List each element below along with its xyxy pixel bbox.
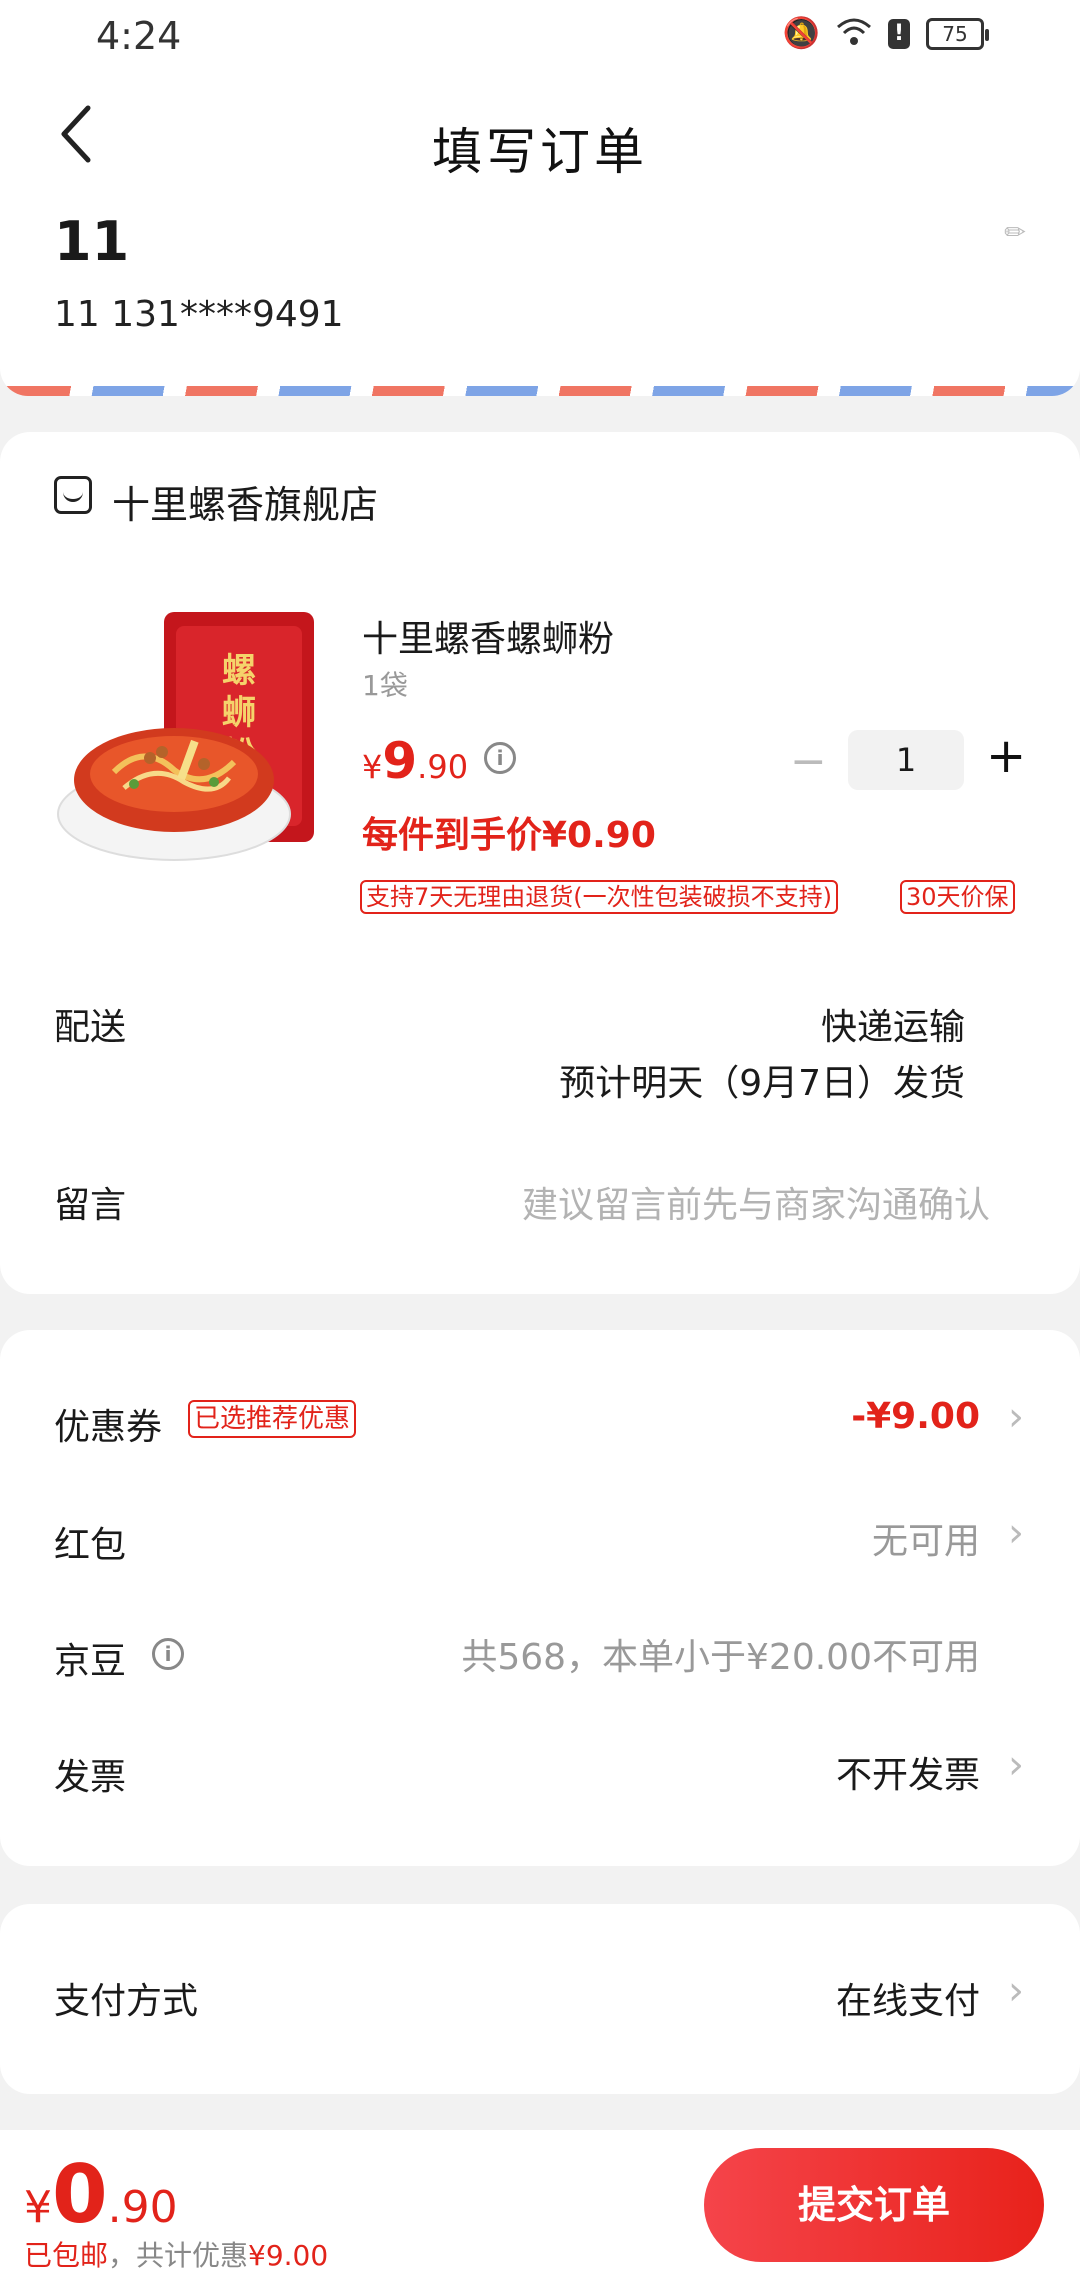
airmail-stripe	[0, 386, 1080, 396]
return-policy-tag: 支持7天无理由退货(一次性包装破损不支持)	[360, 880, 838, 914]
shipping-status: 已包邮	[24, 2239, 109, 2272]
status-time: 4:24	[96, 14, 182, 58]
product-spec: 1袋	[362, 669, 408, 702]
product-image[interactable]: 螺 蛳 粉	[54, 602, 324, 872]
recipient-name: 11	[54, 210, 130, 273]
invoice-label: 发票	[54, 1757, 127, 1798]
delivery-estimate: 预计明天（9月7日）发货	[559, 1063, 965, 1104]
chevron-right-icon[interactable]: ›	[1008, 1510, 1024, 1556]
red-packet-label: 红包	[54, 1525, 127, 1566]
unit-price: 每件到手价¥0.90	[362, 815, 656, 856]
message-label: 留言	[54, 1185, 127, 1226]
price-integer: 9	[382, 732, 418, 790]
product-title[interactable]: 十里螺香螺蛳粉	[362, 610, 614, 662]
address-card[interactable]: 11 11 131****9491 ✏	[0, 200, 1080, 396]
quantity-increase-button[interactable]: +	[986, 728, 1026, 784]
jingdou-value: 共568，本单小于¥20.00不可用	[461, 1637, 980, 1678]
svg-text:蛳: 蛳	[222, 693, 256, 733]
red-packet-value[interactable]: 无可用	[872, 1512, 980, 1564]
alert-icon: !	[888, 18, 910, 49]
payment-card: 支付方式 在线支付 ›	[0, 1904, 1080, 2094]
battery-icon: 75	[926, 17, 989, 50]
shop-icon	[54, 476, 92, 514]
delivery-label: 配送	[54, 1007, 127, 1048]
shop-name[interactable]: 十里螺香旗舰店	[112, 474, 378, 529]
jingdou-label: 京豆	[54, 1641, 127, 1682]
status-icons: 🔕 ! 75	[782, 16, 989, 51]
price-symbol: ¥	[362, 748, 383, 786]
page-header: 填写订单	[0, 74, 1080, 200]
total-symbol: ¥	[24, 2182, 52, 2233]
info-icon[interactable]: i	[152, 1638, 184, 1670]
submit-order-button[interactable]: 提交订单	[704, 2148, 1044, 2262]
invoice-value[interactable]: 不开发票	[836, 1746, 980, 1798]
order-card: 十里螺香旗舰店 螺 蛳 粉 十里螺香螺蛳粉 1袋 ¥9.90 i 每件到手价¥0…	[0, 432, 1080, 1294]
page-title: 填写订单	[432, 123, 648, 181]
quantity-input[interactable]: 1	[848, 730, 964, 790]
coupon-value[interactable]: -¥9.00	[851, 1396, 980, 1437]
coupon-label: 优惠券	[54, 1407, 163, 1448]
product-price: ¥9.90	[362, 732, 468, 790]
total-integer: 0	[52, 2148, 108, 2241]
price-protection-tag: 30天价保	[900, 880, 1015, 914]
quantity-decrease-button[interactable]: −	[790, 736, 827, 787]
delivery-method[interactable]: 快递运输	[821, 998, 965, 1050]
coupon-badge: 已选推荐优惠	[188, 1400, 357, 1438]
chevron-right-icon[interactable]: ›	[1008, 1968, 1024, 2014]
chevron-right-icon[interactable]: ›	[1008, 1394, 1024, 1440]
mute-bell-icon: 🔕	[782, 16, 820, 51]
status-bar: 4:24 🔕 ! 75	[0, 0, 1080, 74]
checkout-bar: ¥0.90 已包邮，共计优惠¥9.00 提交订单	[0, 2130, 1080, 2280]
price-decimal: .90	[417, 748, 469, 786]
total-price: ¥0.90	[24, 2148, 178, 2241]
svg-text:螺: 螺	[222, 651, 256, 691]
info-icon[interactable]: i	[484, 742, 516, 774]
saving-value: ¥9.00	[248, 2239, 329, 2272]
payment-label: 支付方式	[54, 1981, 199, 2022]
wifi-icon	[836, 17, 872, 51]
message-input[interactable]: 建议留言前先与商家沟通确认	[522, 1176, 990, 1228]
chevron-right-icon[interactable]: ›	[1008, 1742, 1024, 1788]
total-decimal: .90	[107, 2182, 178, 2233]
benefits-card: 优惠券 已选推荐优惠 -¥9.00 › 红包 无可用 › 京豆 i 共568，本…	[0, 1330, 1080, 1866]
order-summary: 已包邮，共计优惠¥9.00	[24, 2234, 328, 2274]
payment-value[interactable]: 在线支付	[836, 1972, 980, 2024]
recipient-contact: 11 131****9491	[54, 294, 344, 335]
saving-prefix: ，共计优惠	[108, 2239, 249, 2272]
edit-mark-icon: ✏	[1004, 218, 1026, 248]
